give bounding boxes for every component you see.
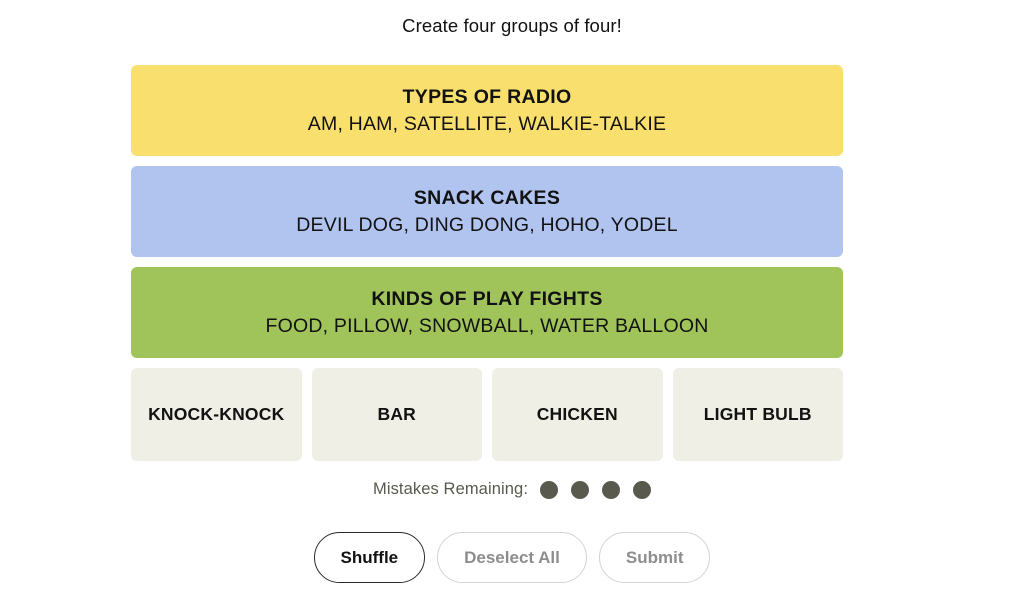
solved-group-blue: SNACK CAKES DEVIL DOG, DING DONG, HOHO, … bbox=[131, 166, 843, 257]
shuffle-button[interactable]: Shuffle bbox=[313, 532, 426, 583]
instruction-text: Create four groups of four! bbox=[402, 15, 622, 36]
connections-game: Create four groups of four! TYPES OF RAD… bbox=[0, 0, 1024, 602]
solved-group-members: FOOD, PILLOW, SNOWBALL, WATER BALLOON bbox=[265, 314, 709, 337]
mistake-dot-icon bbox=[540, 480, 559, 499]
solved-group-category: KINDS OF PLAY FIGHTS bbox=[371, 288, 603, 311]
word-tile-label: KNOCK-KNOCK bbox=[148, 404, 285, 424]
solved-group-members: AM, HAM, SATELLITE, WALKIE-TALKIE bbox=[307, 112, 667, 135]
word-tile-bar[interactable]: BAR bbox=[311, 368, 482, 461]
deselect-all-button[interactable]: Deselect All bbox=[437, 532, 587, 583]
page-title: Create four groups of four! bbox=[0, 0, 1024, 36]
game-board: TYPES OF RADIO AM, HAM, SATELLITE, WALKI… bbox=[131, 65, 843, 461]
mistake-dot-icon bbox=[633, 480, 652, 499]
deselect-all-button-label: Deselect All bbox=[464, 547, 560, 567]
word-tile-light-bulb[interactable]: LIGHT BULB bbox=[672, 368, 843, 461]
mistake-dot-icon bbox=[602, 480, 621, 499]
mistakes-dot-group bbox=[540, 480, 652, 499]
solved-group-category: TYPES OF RADIO bbox=[402, 86, 572, 109]
submit-button-label: Submit bbox=[625, 547, 684, 567]
solved-group-category: SNACK CAKES bbox=[413, 187, 561, 210]
word-tile-chicken[interactable]: CHICKEN bbox=[492, 368, 663, 461]
word-tile-label: LIGHT BULB bbox=[703, 404, 812, 424]
solved-group-yellow: TYPES OF RADIO AM, HAM, SATELLITE, WALKI… bbox=[131, 65, 843, 156]
word-tile-label: CHICKEN bbox=[536, 404, 618, 424]
solved-group-green: KINDS OF PLAY FIGHTS FOOD, PILLOW, SNOWB… bbox=[131, 267, 843, 358]
mistake-dot-icon bbox=[571, 480, 590, 499]
word-tile-label: BAR bbox=[377, 404, 416, 424]
submit-button[interactable]: Submit bbox=[598, 532, 711, 583]
mistakes-remaining: Mistakes Remaining: bbox=[0, 480, 1024, 499]
action-buttons: Shuffle Deselect All Submit bbox=[0, 532, 1024, 583]
solved-group-members: DEVIL DOG, DING DONG, HOHO, YODEL bbox=[296, 213, 678, 236]
word-tile-knock-knock[interactable]: KNOCK-KNOCK bbox=[131, 368, 302, 461]
mistakes-remaining-label: Mistakes Remaining: bbox=[372, 480, 529, 498]
shuffle-button-label: Shuffle bbox=[340, 547, 399, 567]
remaining-tiles-row: KNOCK-KNOCK BAR CHICKEN LIGHT BULB bbox=[131, 368, 843, 461]
